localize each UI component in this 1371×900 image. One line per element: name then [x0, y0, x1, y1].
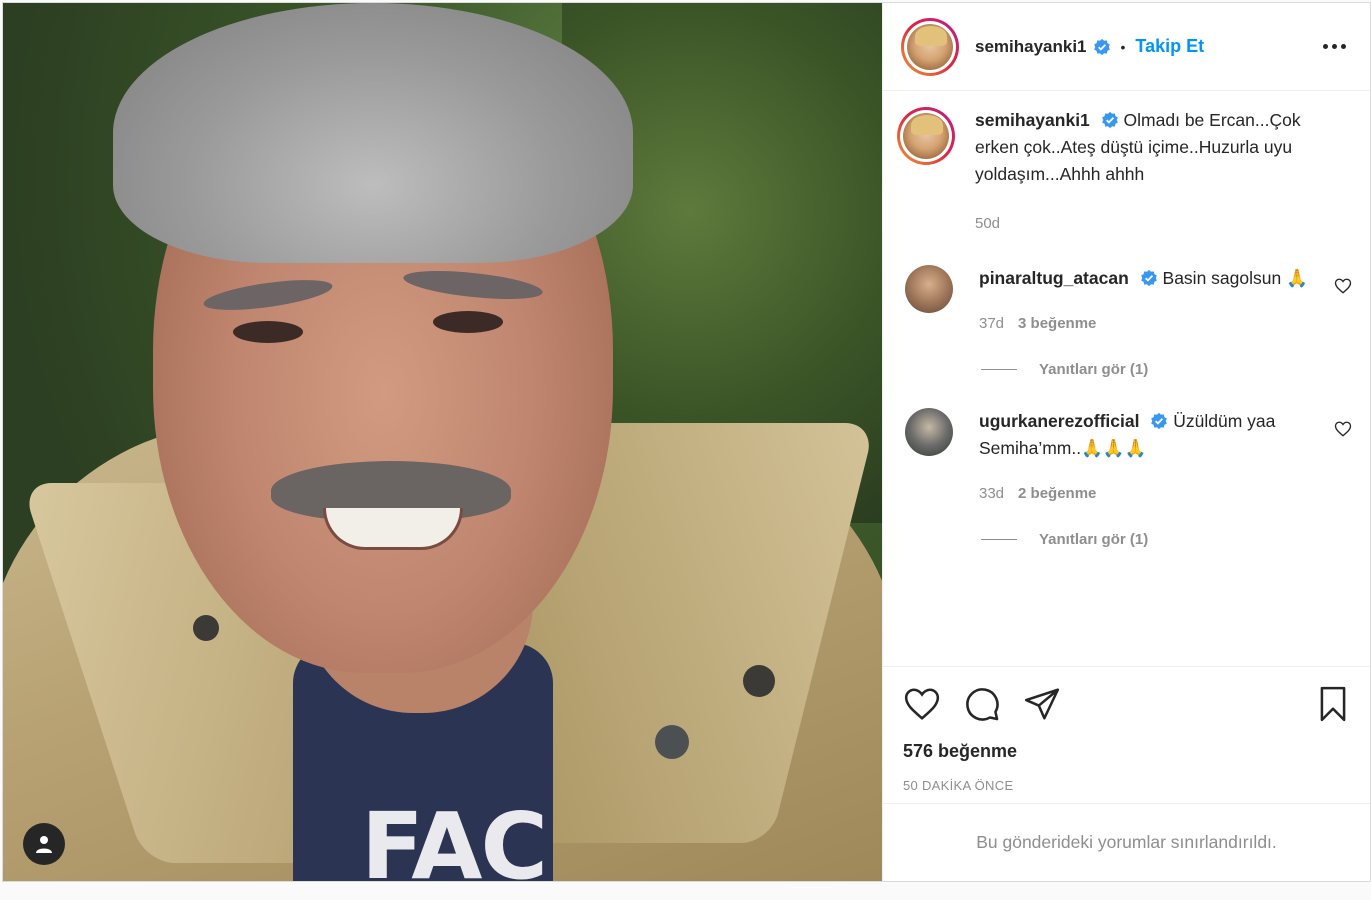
more-options-button[interactable]: [1317, 38, 1352, 55]
post-photo[interactable]: FAC: [3, 3, 882, 881]
caption: semihayanki1 Olmadı be Ercan...Çok erken…: [897, 107, 1352, 237]
replies-line: [981, 369, 1017, 370]
caption-avatar[interactable]: [897, 107, 955, 165]
like-comment-icon[interactable]: [1334, 277, 1352, 295]
comments-list: semihayanki1 Olmadı be Ercan...Çok erken…: [883, 91, 1370, 666]
photo-eye-right: [433, 311, 503, 333]
follow-button[interactable]: Takip Et: [1135, 36, 1204, 57]
photo-smile: [323, 508, 463, 550]
verified-badge-icon: [1101, 111, 1118, 129]
comments-limited-notice: Bu gönderideki yorumlar sınırlandırıldı.: [883, 803, 1370, 881]
comment-time: 33d: [979, 485, 1005, 502]
verified-badge-icon: [1093, 38, 1110, 55]
comment-likes[interactable]: 3 beğenme: [1018, 310, 1096, 337]
caption-username[interactable]: semihayanki1: [975, 110, 1090, 130]
photo-jacket-button: [655, 725, 689, 759]
view-replies-button[interactable]: Yanıtları gör (1): [981, 361, 1352, 378]
more-icon: [1323, 44, 1328, 49]
commenter-avatar[interactable]: [905, 408, 953, 456]
post-header: semihayanki1 • Takip Et: [883, 3, 1370, 91]
view-replies-button[interactable]: Yanıtları gör (1): [981, 531, 1352, 548]
photo-shirt-print: FAC: [361, 793, 548, 881]
user-tag-icon: [36, 836, 52, 853]
user-tag-button[interactable]: [23, 823, 65, 865]
post-sidebar: semihayanki1 • Takip Et semihayanki1 Olm…: [882, 3, 1370, 881]
view-replies-label: Yanıtları gör (1): [1039, 531, 1149, 548]
comment-likes[interactable]: 2 beğenme: [1018, 480, 1096, 507]
view-replies-label: Yanıtları gör (1): [1039, 361, 1149, 378]
commenter-avatar[interactable]: [905, 265, 953, 313]
photo-jacket-button: [743, 665, 775, 697]
separator-dot: •: [1120, 38, 1126, 55]
replies-line: [981, 539, 1017, 540]
comment-time: 37d: [979, 315, 1005, 332]
share-icon[interactable]: [1023, 685, 1061, 723]
comment: ugurkanerezofficial Üzüldüm yaa Semiha’m…: [901, 408, 1352, 507]
comment-icon[interactable]: [963, 685, 1001, 723]
heart-icon[interactable]: [903, 685, 941, 723]
post-time[interactable]: 50 DAKİKA ÖNCE: [903, 778, 1352, 793]
comment-username[interactable]: pinaraltug_atacan: [979, 268, 1129, 288]
verified-badge-icon: [1140, 269, 1157, 287]
like-comment-icon[interactable]: [1334, 420, 1352, 438]
instagram-post: FAC semihayanki1 • Takip Et semihayanki1…: [2, 2, 1371, 882]
comment: pinaraltug_atacan Basin sagolsun 🙏 37d 3…: [901, 265, 1352, 337]
photo-hair: [113, 3, 633, 263]
author-username[interactable]: semihayanki1: [975, 37, 1087, 57]
action-icons: [903, 685, 1352, 723]
bookmark-icon[interactable]: [1314, 685, 1352, 723]
comment-text: Basin sagolsun 🙏: [1162, 268, 1308, 288]
photo-eye-left: [233, 321, 303, 343]
author-avatar[interactable]: [901, 17, 959, 76]
like-count[interactable]: 576 beğenme: [903, 741, 1352, 762]
photo-jacket-button: [193, 615, 219, 641]
verified-badge-icon: [1151, 412, 1168, 430]
caption-time: 50d: [975, 215, 1001, 232]
post-actions: 576 beğenme 50 DAKİKA ÖNCE: [883, 666, 1370, 793]
comment-username[interactable]: ugurkanerezofficial: [979, 411, 1139, 431]
